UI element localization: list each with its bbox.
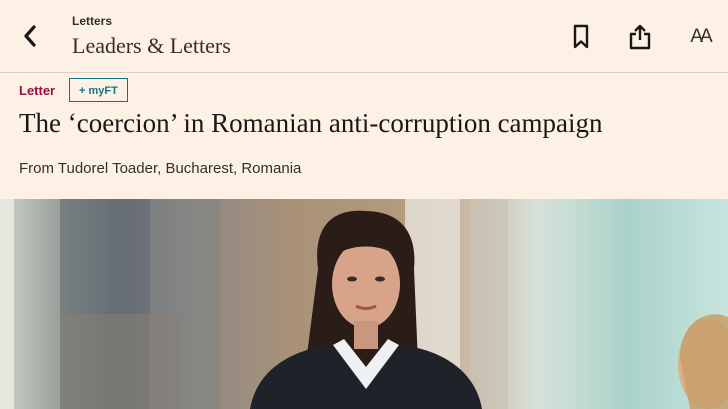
section-label: Letters	[72, 14, 113, 28]
bookmark-icon	[573, 24, 589, 49]
font-size-button[interactable]: AA	[683, 22, 717, 52]
chevron-left-icon	[24, 25, 36, 47]
add-to-myft-button[interactable]: + myFT	[69, 78, 128, 102]
article-main-image	[0, 199, 728, 409]
bookmark-button[interactable]	[566, 22, 596, 52]
share-icon	[629, 24, 651, 50]
share-button[interactable]	[625, 22, 655, 52]
article-byline: From Tudorel Toader, Bucharest, Romania	[19, 160, 302, 177]
section-title[interactable]: Leaders & Letters	[72, 33, 231, 59]
article-kicker[interactable]: Letter	[19, 83, 55, 98]
top-navigation-bar: Letters Leaders & Letters AA	[0, 0, 728, 73]
back-button[interactable]	[14, 20, 46, 52]
article-headline: The ‘coercion’ in Romanian anti-corrupti…	[19, 108, 603, 138]
font-size-icon: AA	[690, 26, 712, 47]
